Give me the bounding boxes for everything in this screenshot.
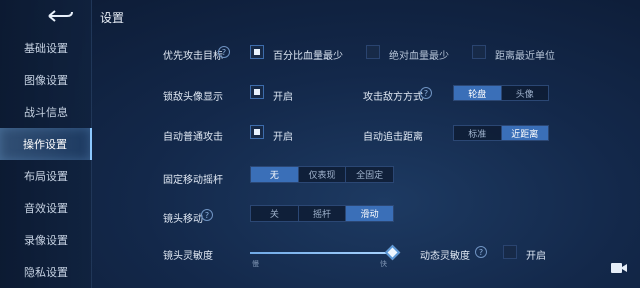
sidebar-item-label: 图像设置 xyxy=(24,74,68,87)
priority-nearest-checkbox[interactable] xyxy=(472,45,486,59)
sidebar-item-privacy[interactable]: 隐私设置 xyxy=(0,256,92,288)
sidebar-item-label: 布局设置 xyxy=(24,170,68,183)
back-arrow-icon xyxy=(48,10,73,22)
sidebar-item-layout[interactable]: 布局设置 xyxy=(0,160,92,192)
sidebar-item-label: 音效设置 xyxy=(24,202,68,215)
fixed-joystick-visual[interactable]: 仅表现 xyxy=(297,167,346,182)
sidebar-item-label: 隐私设置 xyxy=(24,266,68,279)
auto-chase-standard[interactable]: 标准 xyxy=(454,126,501,140)
sidebar-item-label: 基础设置 xyxy=(24,42,68,55)
priority-hp-percent-label: 百分比血量最少 xyxy=(273,51,343,62)
priority-hp-absolute-checkbox[interactable] xyxy=(366,45,380,59)
sidebar-item-controls[interactable]: 操作设置 xyxy=(0,128,92,160)
camera-move-swipe[interactable]: 滑动 xyxy=(345,206,394,221)
dynamic-sensitivity-checkbox[interactable] xyxy=(503,245,517,259)
priority-nearest-label: 距离最近单位 xyxy=(495,51,555,62)
fixed-joystick-none[interactable]: 无 xyxy=(251,167,298,182)
camera-move-label: 镜头移动 xyxy=(163,214,203,225)
question-icon[interactable]: ? xyxy=(218,46,230,58)
sidebar: 基础设置 图像设置 战斗信息 操作设置 布局设置 音效设置 录像设置 隐私设置 xyxy=(0,0,92,288)
question-icon[interactable]: ? xyxy=(475,246,487,258)
dynamic-sensitivity-label: 动态灵敏度 xyxy=(420,251,470,262)
sidebar-item-graphics[interactable]: 图像设置 xyxy=(0,64,92,96)
priority-hp-absolute-label: 绝对血量最少 xyxy=(389,51,449,62)
fixed-joystick-segmented: 无 仅表现 全固定 xyxy=(250,166,394,183)
camera-move-joystick[interactable]: 摇杆 xyxy=(297,206,346,221)
attack-mode-avatar[interactable]: 头像 xyxy=(500,86,549,100)
auto-attack-label: 自动普通攻击 xyxy=(163,132,223,143)
sidebar-item-label: 操作设置 xyxy=(23,138,67,151)
sensitivity-slider-thumb[interactable] xyxy=(384,244,401,261)
auto-attack-option: 开启 xyxy=(273,132,293,143)
sidebar-item-sound[interactable]: 音效设置 xyxy=(0,192,92,224)
attack-mode-label: 攻击敌方方式 xyxy=(363,92,423,103)
camera-move-off[interactable]: 关 xyxy=(251,206,298,221)
lock-avatar-option: 开启 xyxy=(273,92,293,103)
page-title: 设置 xyxy=(100,11,125,25)
priority-target-label: 优先攻击目标 xyxy=(163,51,223,62)
sidebar-item-basic[interactable]: 基础设置 xyxy=(0,32,92,64)
sidebar-item-battle-info[interactable]: 战斗信息 xyxy=(0,96,92,128)
lock-avatar-label: 锁敌头像显示 xyxy=(163,92,223,103)
auto-chase-label: 自动追击距离 xyxy=(363,132,423,143)
lock-avatar-checkbox[interactable] xyxy=(250,85,264,99)
auto-chase-close[interactable]: 近距离 xyxy=(500,126,548,140)
sidebar-item-label: 战斗信息 xyxy=(24,106,68,119)
attack-mode-wheel[interactable]: 轮盘 xyxy=(454,86,501,100)
auto-chase-segmented: 标准 近距离 xyxy=(453,125,549,141)
sensitivity-max-label: 快 xyxy=(380,260,387,268)
dynamic-sensitivity-option: 开启 xyxy=(526,251,546,262)
camera-move-segmented: 关 摇杆 滑动 xyxy=(250,205,394,222)
video-camera-icon xyxy=(611,263,627,273)
question-icon[interactable]: ? xyxy=(201,209,213,221)
sidebar-item-replay[interactable]: 录像设置 xyxy=(0,224,92,256)
question-icon[interactable]: ? xyxy=(420,87,432,99)
priority-hp-percent-checkbox[interactable] xyxy=(250,45,264,59)
attack-mode-segmented: 轮盘 头像 xyxy=(453,85,549,101)
sensitivity-slider-track[interactable] xyxy=(250,252,392,254)
sidebar-item-label: 录像设置 xyxy=(24,234,68,247)
fixed-joystick-full[interactable]: 全固定 xyxy=(345,167,393,182)
record-button[interactable] xyxy=(610,260,628,274)
sensitivity-min-label: 慢 xyxy=(252,260,259,268)
fixed-joystick-label: 固定移动摇杆 xyxy=(163,175,223,186)
camera-sensitivity-label: 镜头灵敏度 xyxy=(163,251,213,262)
auto-attack-checkbox[interactable] xyxy=(250,125,264,139)
back-button[interactable] xyxy=(44,6,76,26)
